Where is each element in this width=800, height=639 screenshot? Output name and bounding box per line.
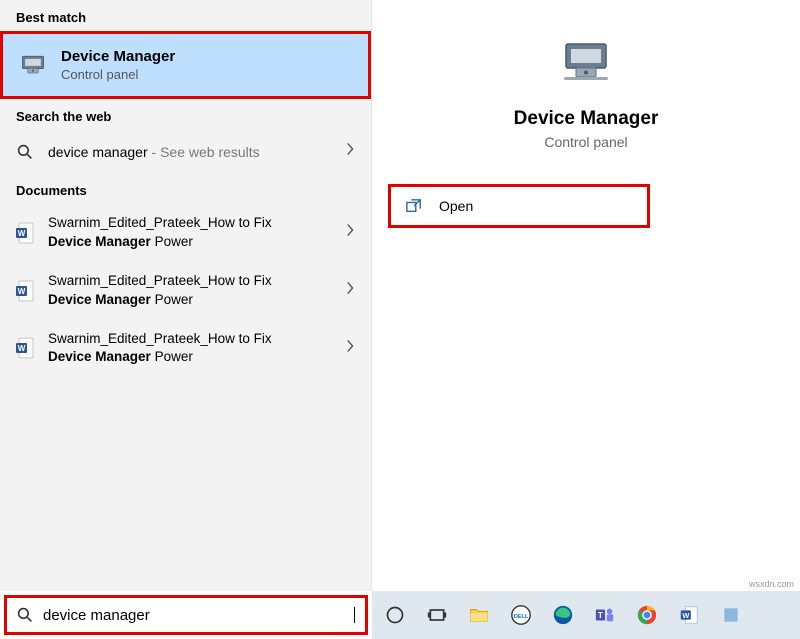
device-manager-icon [19, 51, 47, 79]
details-hero: Device Manager Control panel [388, 0, 784, 150]
taskbar: DELL T W [372, 591, 800, 639]
search-web-header: Search the web [0, 99, 371, 130]
word-icon[interactable]: W [674, 600, 704, 630]
document-result-row[interactable]: W Swarnim_Edited_Prateek_How to Fix Devi… [0, 262, 371, 320]
dell-icon[interactable]: DELL [506, 600, 536, 630]
best-match-text: Device Manager Control panel [61, 48, 175, 82]
text-cursor [354, 607, 355, 623]
svg-text:W: W [18, 344, 26, 353]
word-doc-icon: W [16, 337, 34, 359]
word-doc-icon: W [16, 222, 34, 244]
document-result-row[interactable]: W Swarnim_Edited_Prateek_How to Fix Devi… [0, 204, 371, 262]
web-hint: - See web results [148, 144, 260, 160]
more-apps-icon[interactable] [716, 600, 746, 630]
details-subtitle: Control panel [544, 134, 627, 150]
chevron-right-icon [346, 281, 355, 300]
document-text: Swarnim_Edited_Prateek_How to Fix Device… [48, 272, 338, 310]
bottom-bar: DELL T W [0, 591, 800, 639]
best-match-title: Device Manager [61, 48, 175, 65]
web-result-text: device manager - See web results [48, 144, 338, 160]
search-box-wrap [0, 591, 372, 639]
search-icon [16, 143, 34, 161]
details-panel: Device Manager Control panel Open [372, 0, 800, 591]
chevron-right-icon [346, 339, 355, 358]
device-manager-large-icon [558, 34, 614, 90]
watermark: wsxdn.com [749, 579, 794, 589]
document-text: Swarnim_Edited_Prateek_How to Fix Device… [48, 214, 338, 252]
edge-icon[interactable] [548, 600, 578, 630]
search-input[interactable] [43, 607, 354, 624]
search-results-container: Best match Device Manager Control panel … [0, 0, 800, 591]
details-title: Device Manager [514, 108, 659, 130]
open-label: Open [439, 198, 473, 214]
open-icon [405, 197, 423, 215]
document-result-row[interactable]: W Swarnim_Edited_Prateek_How to Fix Devi… [0, 320, 371, 378]
svg-text:W: W [682, 611, 689, 620]
task-view-icon[interactable] [422, 600, 452, 630]
chevron-right-icon [346, 142, 355, 161]
svg-text:DELL: DELL [514, 614, 529, 620]
left-results-panel: Best match Device Manager Control panel … [0, 0, 372, 591]
cortana-icon[interactable] [380, 600, 410, 630]
search-icon [17, 607, 33, 623]
best-match-header: Best match [0, 0, 371, 31]
svg-text:W: W [18, 229, 26, 238]
word-doc-icon: W [16, 280, 34, 302]
document-text: Swarnim_Edited_Prateek_How to Fix Device… [48, 330, 338, 368]
web-result-row[interactable]: device manager - See web results [0, 130, 371, 173]
search-box[interactable] [4, 595, 368, 635]
best-match-subtitle: Control panel [61, 67, 175, 82]
web-query: device manager [48, 144, 148, 160]
file-explorer-icon[interactable] [464, 600, 494, 630]
documents-header: Documents [0, 173, 371, 204]
chevron-right-icon [346, 223, 355, 242]
chrome-icon[interactable] [632, 600, 662, 630]
svg-text:W: W [18, 287, 26, 296]
teams-icon[interactable]: T [590, 600, 620, 630]
open-button[interactable]: Open [388, 184, 650, 228]
svg-text:T: T [598, 611, 603, 620]
best-match-device-manager[interactable]: Device Manager Control panel [0, 31, 371, 99]
